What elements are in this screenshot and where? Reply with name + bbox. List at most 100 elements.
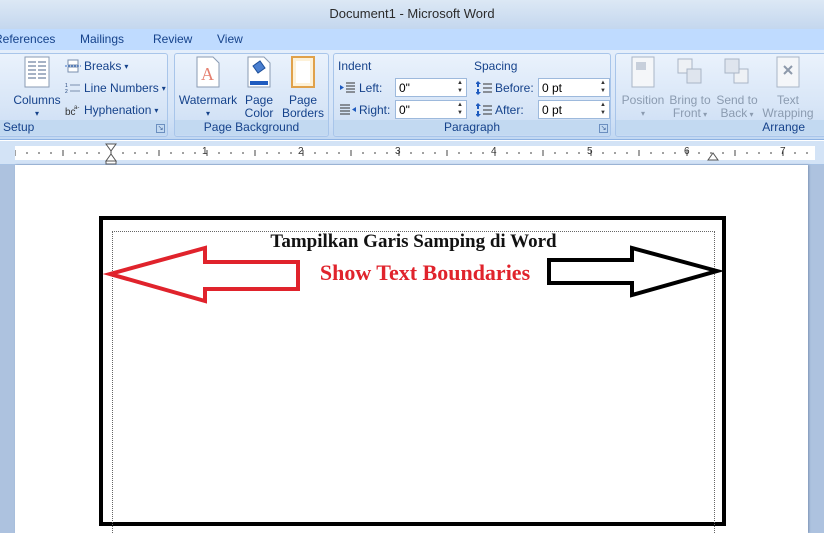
indent-right-label-row: Right: — [340, 103, 390, 117]
tab-references[interactable]: References — [0, 32, 55, 46]
position-label: Position — [621, 93, 665, 107]
dialog-launcher-icon[interactable]: ↘ — [156, 124, 165, 133]
text-wrapping-icon — [776, 56, 800, 88]
hyphenation-label: Hyphenation — [84, 103, 152, 117]
indent-right-value: 0" — [399, 103, 410, 117]
hyphenation-icon: bca- — [65, 105, 79, 117]
indent-left-label-row: Left: — [340, 81, 382, 95]
ruler-number: 4 — [491, 146, 497, 157]
spacing-before-value: 0 pt — [542, 81, 563, 95]
ruler-number: 2 — [298, 146, 304, 157]
tab-review[interactable]: Review — [153, 32, 192, 46]
svg-text:A: A — [201, 64, 214, 84]
spacing-after-field[interactable]: 0 pt ▲ ▼ — [538, 100, 610, 119]
columns-label: Columns — [13, 93, 61, 107]
columns-button[interactable]: Columns ▾ — [11, 56, 63, 120]
chevron-down-icon: ▾ — [205, 109, 210, 118]
title-bar: Document1 - Microsoft Word — [0, 0, 824, 29]
window-title: Document1 - Microsoft Word — [329, 6, 495, 21]
chevron-down-icon: ▾ — [747, 110, 754, 119]
paragraph-group: Indent Spacing Left: 0" ▲ ▼ Right: 0" ▲ ▼ … — [333, 53, 611, 137]
spacing-before-label-row: Before: — [476, 81, 534, 95]
dialog-launcher-icon[interactable]: ↘ — [599, 124, 608, 133]
svg-text:a-: a- — [74, 105, 79, 111]
arrange-group-label: Arrange — [616, 120, 824, 135]
spinner-icon[interactable]: ▲ ▼ — [455, 79, 465, 96]
ribbon: Columns ▾ Breaks ▾ 12 Line Numbers ▾ bc a… — [0, 50, 824, 140]
indent-left-field[interactable]: 0" ▲ ▼ — [395, 78, 467, 97]
spinner-icon[interactable]: ▲ ▼ — [455, 101, 465, 118]
ribbon-tabs: References Mailings Review View — [0, 29, 824, 50]
breaks-label: Breaks — [84, 59, 122, 73]
bring-to-front-icon — [677, 58, 702, 84]
spacing-before-icon — [476, 81, 492, 95]
document-heading[interactable]: Tampilkan Garis Samping di Word — [112, 231, 715, 253]
chevron-down-icon: ▾ — [161, 83, 166, 93]
indent-heading: Indent — [338, 59, 372, 73]
spacing-heading: Spacing — [474, 59, 518, 73]
tab-view[interactable]: View — [217, 32, 243, 46]
chevron-down-icon: ▾ — [640, 109, 645, 118]
line-numbers-button[interactable]: 12 Line Numbers ▾ — [65, 81, 166, 95]
indent-right-field[interactable]: 0" ▲ ▼ — [395, 100, 467, 119]
page-background-group: A Watermark ▾ Page Color Page Borders Pa… — [174, 53, 329, 137]
send-to-back-icon — [724, 58, 749, 84]
indent-right-label: Right: — [359, 103, 391, 117]
page-color-label-2: Color — [244, 106, 274, 120]
tab-mailings[interactable]: Mailings — [80, 32, 124, 46]
page-borders-icon — [291, 56, 315, 88]
spinner-icon[interactable]: ▲ ▼ — [598, 79, 608, 96]
ruler-number: 1 — [202, 146, 208, 157]
spacing-after-value: 0 pt — [542, 103, 563, 117]
send-to-back-button[interactable]: Send to Back ▾ — [714, 56, 760, 121]
indent-left-label: Left: — [359, 81, 383, 95]
ruler-ticks — [15, 150, 808, 156]
send-to-back-label-2: Back — [720, 106, 748, 120]
ruler-number: 3 — [395, 146, 401, 157]
spacing-before-field[interactable]: 0 pt ▲ ▼ — [538, 78, 610, 97]
text-wrapping-label-2: Wrapping — [762, 106, 814, 120]
hyphenation-button[interactable]: bc a- Hyphenation ▾ — [65, 103, 158, 117]
watermark-label: Watermark — [178, 93, 238, 107]
line-numbers-label: Line Numbers — [84, 81, 159, 95]
page-borders-button[interactable]: Page Borders — [281, 56, 325, 120]
right-indent-marker-icon[interactable] — [707, 149, 719, 163]
breaks-button[interactable]: Breaks ▾ — [65, 59, 128, 73]
watermark-button[interactable]: A Watermark ▾ — [178, 56, 238, 120]
bring-to-front-label-2: Front — [672, 106, 701, 120]
chevron-down-icon: ▾ — [34, 109, 39, 118]
breaks-icon — [65, 59, 81, 73]
arrange-group: Position ▾ Bring to Front ▾ Send to Back… — [615, 53, 824, 137]
spinner-icon[interactable]: ▲ ▼ — [598, 101, 608, 118]
document-subheading[interactable]: Show Text Boundaries — [300, 260, 550, 286]
chevron-down-icon: ▾ — [124, 61, 129, 71]
paragraph-group-label: Paragraph — [334, 120, 610, 135]
page-setup-group: Columns ▾ Breaks ▾ 12 Line Numbers ▾ bc a… — [0, 53, 168, 137]
page-color-button[interactable]: Page Color — [241, 56, 277, 120]
chevron-down-icon: ▾ — [154, 105, 159, 115]
indent-right-icon — [340, 104, 356, 115]
ruler-number: 7 — [780, 146, 786, 157]
indent-left-icon — [340, 82, 355, 93]
position-button[interactable]: Position ▾ — [618, 56, 668, 120]
spacing-before-label: Before: — [495, 81, 534, 95]
page-borders-label-2: Borders — [281, 106, 325, 120]
position-icon — [631, 56, 655, 88]
horizontal-ruler[interactable]: 1 2 3 4 5 6 7 — [0, 141, 824, 165]
ruler-number: 6 — [684, 146, 690, 157]
columns-icon — [24, 56, 50, 88]
spacing-after-label-row: After: — [476, 103, 524, 117]
page-background-group-label: Page Background — [175, 120, 328, 135]
spacing-after-icon — [476, 103, 492, 117]
chevron-down-icon: ▾ — [700, 110, 708, 119]
ruler-strip: 1 2 3 4 5 6 7 — [15, 146, 815, 160]
bring-to-front-button[interactable]: Bring to Front ▾ — [666, 56, 714, 121]
spacing-after-label: After: — [495, 103, 524, 117]
svg-text:2: 2 — [65, 89, 68, 95]
left-indent-marker-icon[interactable] — [105, 141, 117, 165]
page-setup-group-label: Setup — [0, 120, 167, 135]
ruler-number: 5 — [587, 146, 593, 157]
watermark-icon: A — [196, 56, 220, 88]
indent-left-value: 0" — [399, 81, 410, 95]
page-color-icon — [247, 56, 271, 88]
